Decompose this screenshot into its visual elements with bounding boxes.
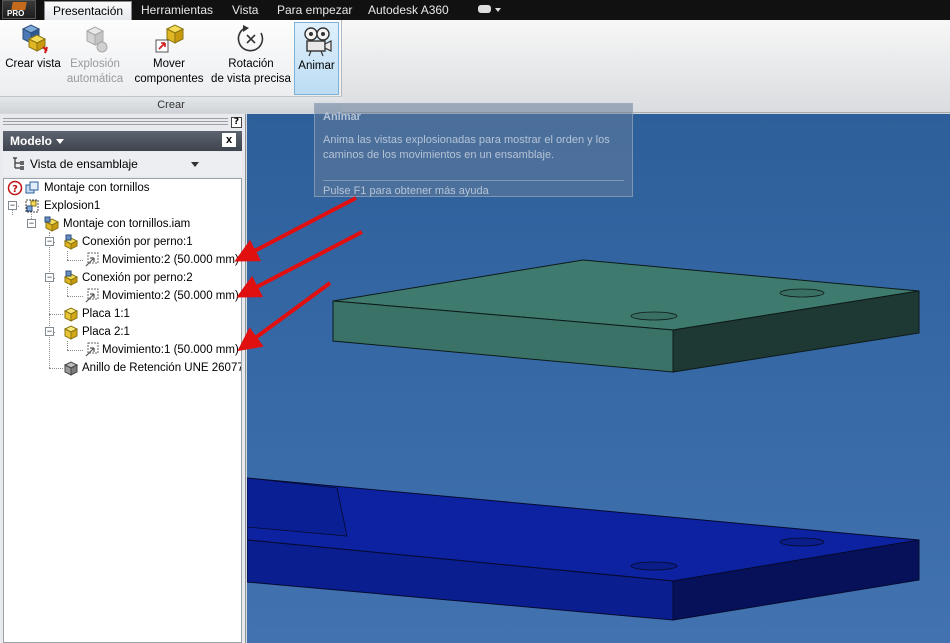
ribbon-display-options[interactable] — [478, 5, 501, 18]
ribbon-panel-crear: Crear vista Explosión automática Mover c… — [0, 20, 342, 113]
explosion-icon — [25, 199, 39, 213]
explosion-automatica-button[interactable]: Explosión automática — [64, 23, 126, 87]
animate-camera-icon — [301, 25, 333, 57]
tree-item-label: Movimiento:2 (50.000 mm) — [102, 290, 239, 302]
part-icon — [63, 325, 79, 340]
tooltip-body-line: Anima las vistas explosionadas para most… — [323, 134, 610, 146]
view-selector-dropdown[interactable]: Vista de ensamblaje — [3, 152, 242, 176]
crear-vista-label: Crear vista — [5, 58, 61, 70]
question-icon: ? — [7, 180, 23, 196]
tree-item-movimiento[interactable]: Movimiento:1 (50.000 mm) — [4, 341, 240, 359]
part-icon — [63, 307, 79, 322]
tree-item-conexion-1[interactable]: − Conexión por perno:1 — [4, 233, 240, 251]
tab-autodesk-a360[interactable]: Autodesk A360 — [368, 1, 449, 20]
tree-item-conexion-2[interactable]: − Conexión por perno:2 — [4, 269, 240, 287]
tab-presentacion[interactable]: Presentación — [44, 1, 133, 20]
tab-herramientas[interactable]: Herramientas — [141, 1, 213, 20]
plate-blue[interactable] — [247, 477, 920, 621]
tree-item-label: Movimiento:2 (50.000 mm) — [102, 254, 239, 266]
explosion-label-line1: Explosión — [70, 58, 120, 70]
precise-rotation-icon — [235, 23, 267, 55]
tree-item-movimiento[interactable]: Movimiento:2 (50.000 mm) — [4, 251, 240, 269]
tooltip-body: Anima las vistas explosionadas para most… — [323, 133, 624, 163]
tree-item-anillo[interactable]: Anillo de Retención UNE 26077 (d — [4, 359, 242, 377]
tree-item-iam[interactable]: − Montaje con tornillos.iam — [4, 215, 240, 233]
chevron-down-icon — [56, 139, 64, 145]
rotacion-label-line2: de vista precisa — [211, 73, 291, 85]
tree-item-label: Movimiento:1 (50.000 mm) — [102, 344, 239, 356]
collapse-toggle[interactable]: − — [45, 273, 54, 282]
animar-button[interactable]: Animar — [294, 22, 339, 95]
move-components-icon — [153, 23, 185, 55]
tree-item-placa-1[interactable]: Placa 1:1 — [4, 305, 240, 323]
browser-header[interactable]: Modelo x — [3, 131, 242, 151]
rotacion-label-line1: Rotación — [228, 58, 274, 70]
crear-vista-button[interactable]: Crear vista — [3, 23, 63, 72]
tweak-icon — [85, 288, 99, 303]
auto-explode-icon — [79, 23, 111, 55]
filter-icon — [13, 157, 24, 170]
mover-label-line2: componentes — [134, 73, 204, 85]
subassembly-icon — [63, 270, 79, 286]
help-icon[interactable]: ? — [231, 117, 242, 128]
collapse-toggle[interactable]: − — [8, 201, 17, 210]
browser-title: Modelo — [10, 134, 52, 148]
collapse-toggle[interactable]: − — [45, 237, 54, 246]
view-selector-value: Vista de ensamblaje — [30, 157, 138, 171]
ribbon: Crear vista Explosión automática Mover c… — [0, 20, 950, 113]
assembly-icon — [25, 181, 39, 194]
panel-label-crear: Crear — [0, 96, 342, 113]
browser-tree: ? Montaje con tornillos − Explosion1 − M… — [3, 178, 242, 643]
plate-green[interactable] — [332, 259, 920, 373]
tree-item-label: Anillo de Retención UNE 26077 (d — [82, 362, 242, 374]
explosion-label-line2: automática — [66, 73, 124, 85]
tooltip-title: Animar — [323, 111, 361, 123]
pro-badge: PRO — [7, 9, 25, 18]
assembly-file-icon — [44, 216, 60, 232]
tooltip-body-line: caminos de los movimientos en un ensambl… — [323, 149, 555, 161]
tab-para-empezar[interactable]: Para empezar — [277, 1, 352, 20]
mover-label-line1: Mover — [153, 58, 185, 70]
chevron-down-icon — [191, 162, 199, 167]
tweak-icon — [85, 342, 99, 357]
ribbon-tab-bar: PRO Presentación Herramientas Vista Para… — [0, 0, 950, 20]
tooltip-help: Pulse F1 para obtener más ayuda — [323, 180, 624, 197]
tree-item-placa-2[interactable]: − Placa 2:1 — [4, 323, 240, 341]
video-icon — [478, 5, 491, 13]
tree-item-explosion[interactable]: − Explosion1 — [4, 197, 240, 215]
tree-item-root[interactable]: ? Montaje con tornillos — [4, 179, 240, 197]
rotacion-vista-precisa-button[interactable]: Rotación de vista precisa — [209, 23, 293, 87]
tweak-icon — [85, 252, 99, 267]
animar-tooltip: Animar Anima las vistas explosionadas pa… — [314, 103, 633, 197]
model-browser: ? Modelo x Vista de ensamblaje ? Montaje… — [0, 114, 246, 643]
create-view-icon — [17, 23, 49, 55]
application-menu-button[interactable]: PRO — [2, 0, 36, 19]
svg-text:?: ? — [12, 184, 18, 195]
tree-item-movimiento[interactable]: Movimiento:2 (50.000 mm) — [4, 287, 240, 305]
tree-item-label: Placa 2:1 — [82, 326, 130, 338]
close-icon[interactable]: x — [222, 133, 236, 147]
tree-item-label: Montaje con tornillos — [44, 182, 150, 194]
tree-item-label: Conexión por perno:1 — [82, 236, 193, 248]
animar-label: Animar — [298, 60, 335, 72]
panel-grip[interactable] — [3, 118, 228, 126]
collapse-toggle[interactable]: − — [45, 327, 54, 336]
subassembly-icon — [63, 234, 79, 250]
tree-item-label: Montaje con tornillos.iam — [63, 218, 191, 230]
collapse-toggle[interactable]: − — [27, 219, 36, 228]
mover-componentes-button[interactable]: Mover componentes — [130, 23, 208, 87]
cc-part-icon — [63, 361, 79, 376]
tab-vista[interactable]: Vista — [232, 1, 258, 20]
tree-item-label: Conexión por perno:2 — [82, 272, 193, 284]
chevron-down-icon — [495, 8, 501, 12]
tree-item-label: Placa 1:1 — [82, 308, 130, 320]
tree-item-label: Explosion1 — [44, 200, 101, 212]
